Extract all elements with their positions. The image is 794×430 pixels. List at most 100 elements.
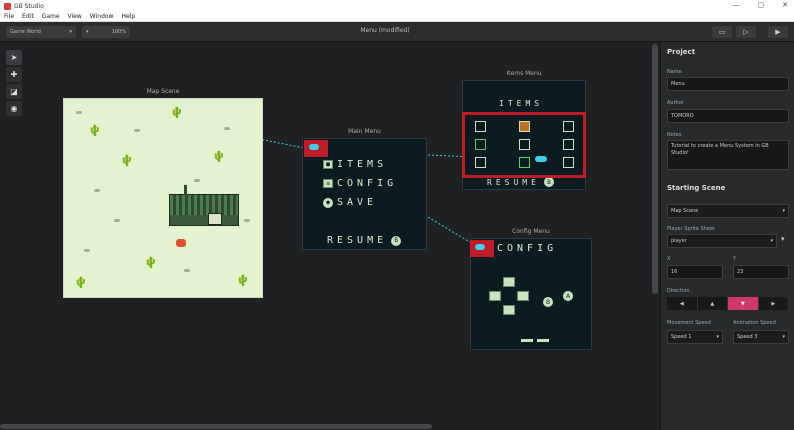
x-field[interactable]: 16 [667,265,723,279]
plus-icon: ✚ [10,70,18,79]
maximize-button[interactable]: ▢ [758,1,765,9]
menu-help[interactable]: Help [121,13,135,20]
direction-down-button[interactable]: ▼ [728,297,759,310]
menu-game[interactable]: Game [42,13,60,20]
animation-speed-value: Speed 3 [737,334,758,340]
select-tool-button[interactable]: ➤ [6,50,22,65]
section-select[interactable]: Game World ▾ [6,26,76,38]
eraser-tool-button[interactable]: ◪ [6,84,22,99]
a-button-icon: A [563,291,573,301]
player-actor[interactable] [176,239,186,247]
grass-tuft [84,249,90,252]
config-menu-trigger[interactable] [470,240,494,257]
house-antenna [184,185,187,195]
cursor-actor-icon[interactable] [535,156,547,162]
chevron-down-icon[interactable]: ▾ [781,235,785,243]
close-button[interactable]: ✕ [782,1,788,9]
add-tool-button[interactable]: ✚ [6,67,22,82]
main-menu-trigger[interactable] [304,140,328,157]
save-disk-icon: ● [323,197,333,208]
items-menu-resume[interactable]: RESUME B [487,177,554,187]
animation-speed-label: Animation Speed [733,320,776,326]
author-field[interactable]: TOMORO [667,109,789,123]
notes-textarea[interactable]: Tutorial to create a Menu System in GB S… [667,140,789,170]
name-field[interactable]: Menu [667,77,789,91]
minimize-button[interactable]: — [733,1,740,9]
chevron-down-icon: ▾ [782,334,785,340]
canvas-vertical-scrollbar[interactable] [652,44,658,294]
paint-tool-button[interactable]: ◉ [6,101,22,116]
cursor-actor-icon [475,244,485,250]
cactus-icon: 🌵 [74,276,88,289]
starting-scene-select[interactable]: Map Scene ▾ [667,204,789,218]
house-sprite [169,185,239,226]
dpad-left-icon [489,291,501,301]
b-button-icon: B [543,177,554,187]
main-menu-item-save[interactable]: ● SAVE [323,197,377,208]
grass-tuft [194,179,200,182]
play-icon: ▶ [775,28,781,36]
grass-tuft [244,219,250,222]
notes-label: Notes [667,132,682,138]
tool-palette: ➤ ✚ ◪ ◉ [6,50,22,116]
main-menu-item-items[interactable]: ■ ITEMS [323,159,387,170]
chevron-down-icon: ▾ [770,238,773,244]
grass-tuft [114,219,120,222]
items-title-text: ITEMS [499,99,544,108]
direction-up-button[interactable]: ▲ [697,297,728,310]
main-menu-item-config[interactable]: ≡ CONFIG [323,178,397,189]
main-menu-label: Main Menu [348,128,381,135]
start-button-icon [537,339,549,342]
canvas-horizontal-scrollbar[interactable] [0,424,432,429]
house-door [208,213,222,225]
map-scene[interactable]: 🌵 🌵 🌵 🌵 🌵 🌵 🌵 [63,98,263,298]
direction-left-button[interactable]: ◀ [667,297,698,310]
items-menu-title: ITEMS [499,99,543,108]
direction-selector: ◀ ▲ ▼ ▶ [667,297,789,310]
config-menu-label: Config Menu [512,228,550,235]
chevron-down-icon: ▾ [782,208,785,214]
config-title-text: CONFIG [497,243,558,254]
movement-speed-label: Movement Speed [667,320,711,326]
cactus-icon: 🌵 [120,154,134,167]
direction-right-button[interactable]: ▶ [758,297,789,310]
open-folder-button[interactable]: ▭ [712,26,732,38]
grass-tuft [184,269,190,272]
items-trigger-area[interactable] [462,112,586,178]
menu-bar: File Edit Game View Window Help [0,12,794,22]
cactus-icon: 🌵 [236,274,250,287]
sprite-sheet-value: player [671,238,687,244]
app-logo-icon [4,2,11,10]
play-button[interactable]: ▶ [768,26,788,38]
sprite-sheet-select[interactable]: player ▾ [667,234,777,248]
project-sidebar: Project Name Menu Author TOMORO Notes Tu… [660,42,794,430]
select-button-icon [521,339,533,342]
zoom-select-value: 100% [111,29,126,35]
menu-edit[interactable]: Edit [22,13,34,20]
dpad-down-icon [503,305,515,315]
cactus-icon: 🌵 [88,124,102,137]
y-field[interactable]: 23 [733,265,789,279]
eraser-icon: ◪ [10,87,18,96]
toolbar: Game World ▾ ▾ 100% Menu (modified) ▭ ▷ … [0,22,794,42]
section-select-value: Game World [10,29,41,35]
menu-file[interactable]: File [4,13,14,20]
movement-speed-select[interactable]: Speed 1 ▾ [667,330,723,344]
starting-scene-heading: Starting Scene [667,184,726,192]
y-label: Y [733,256,737,262]
main-menu-resume[interactable]: RESUME B [327,235,402,246]
grass-tuft [94,189,100,192]
map-scene-label: Map Scene [146,88,180,95]
dpad-right-icon [517,291,529,301]
project-heading: Project [667,48,696,56]
menu-window[interactable]: Window [90,13,114,20]
menu-view[interactable]: View [68,13,82,20]
cactus-icon: 🌵 [170,106,184,119]
main-menu-item-label: CONFIG [337,178,398,189]
config-menu-title: CONFIG [497,243,557,254]
zoom-select[interactable]: ▾ 100% [82,26,130,38]
open-window-button[interactable]: ▷ [736,26,756,38]
animation-speed-select[interactable]: Speed 3 ▾ [733,330,789,344]
document-title: Menu (modified) [360,27,410,34]
cursor-icon: ➤ [10,53,18,62]
